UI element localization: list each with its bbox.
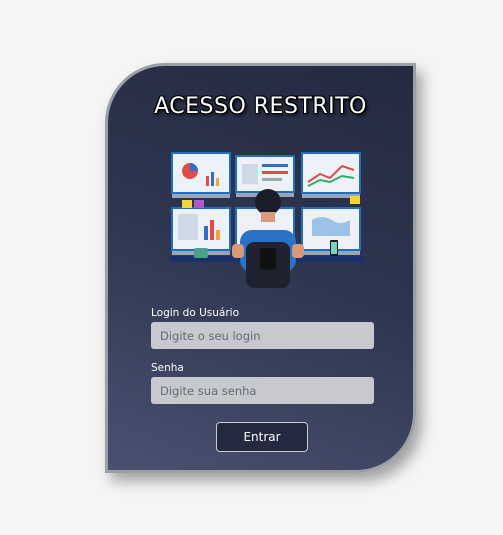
login-title: ACESSO RESTRITO <box>154 94 367 119</box>
submit-button[interactable]: Entrar <box>216 422 308 452</box>
password-label: Senha <box>151 362 184 374</box>
login-card: ACESSO RESTRITO Login do Usuário Digite … <box>105 63 416 473</box>
username-label: Login do Usuário <box>151 307 239 319</box>
password-input[interactable] <box>151 377 374 404</box>
username-input[interactable] <box>151 322 374 349</box>
analyst-at-monitors-illustration <box>170 152 365 288</box>
